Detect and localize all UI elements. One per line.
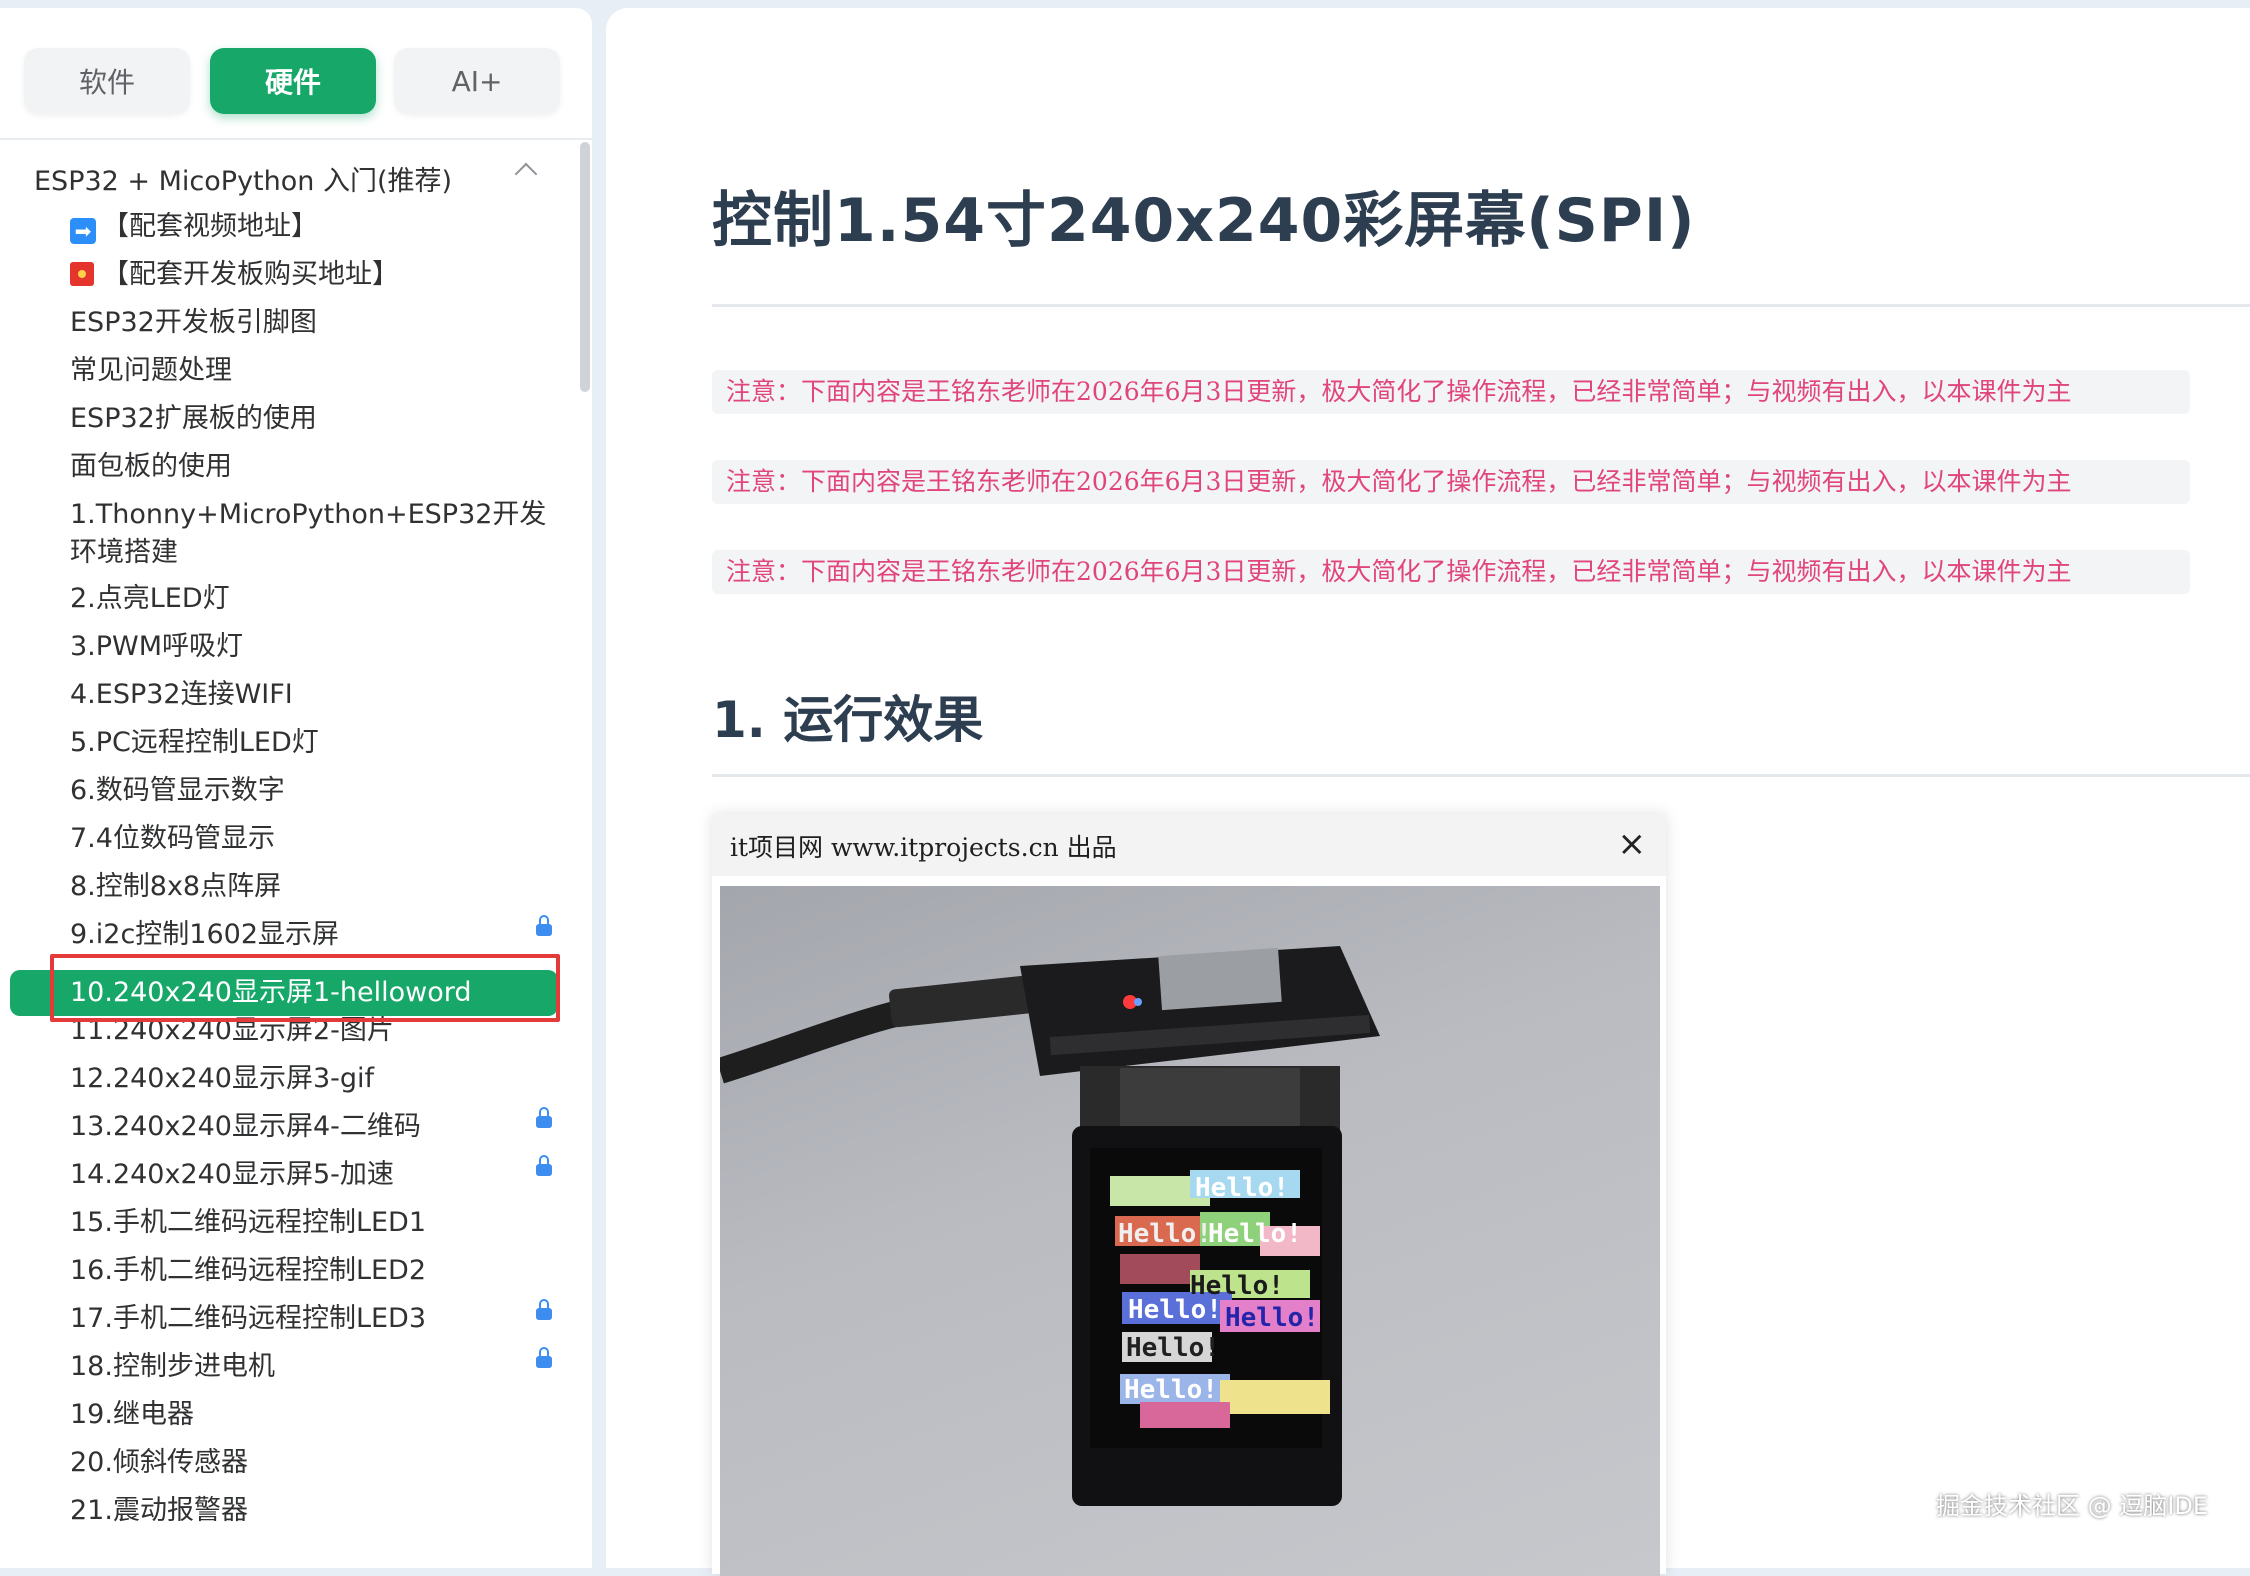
tab-ai[interactable]: AI+ [394,48,560,114]
sidebar-item[interactable]: 16.手机二维码远程控制LED2 [70,1252,550,1290]
notice-banner: 注意：下面内容是王铭东老师在2026年6月3日更新，极大简化了操作流程，已经非常… [712,460,2190,504]
sidebar-item-label: 7.4位数码管显示 [70,823,275,854]
sidebar-item-label: 3.PWM呼吸灯 [70,631,244,662]
lock-icon [536,1299,552,1320]
tab-hardware[interactable]: 硬件 [210,48,376,114]
sidebar-item-label: 20.倾斜传感器 [70,1447,248,1478]
sidebar-item-label: ESP32开发板引脚图 [70,307,317,338]
sidebar-item-label: 16.手机二维码远程控制LED2 [70,1255,427,1286]
sidebar-item-label: 21.震动报警器 [70,1495,248,1526]
window-titlebar: it项目网 www.itprojects.cn 出品 × [712,814,1666,876]
watermark: 掘金技术社区 @ 逗脑IDE [1936,1492,2208,1520]
sidebar-item[interactable]: 9.i2c控制1602显示屏 [70,915,552,954]
sidebar-item-label: 14.240x240显示屏5-加速 [70,1159,394,1190]
sidebar-item-label: ESP32扩展板的使用 [70,403,317,434]
screen-text: Hello! [1195,1173,1289,1203]
divider [712,774,2250,777]
sidebar-item[interactable]: 15.手机二维码远程控制LED1 [70,1204,550,1242]
sidebar-item-label: 2.点亮LED灯 [70,583,230,614]
notice-banner: 注意：下面内容是王铭东老师在2026年6月3日更新，极大简化了操作流程，已经非常… [712,370,2190,414]
section-title: ESP32 + MicoPython 入门(推荐) [34,165,453,197]
screen-text: Hello! [1124,1375,1218,1405]
sidebar-item-label: 10.240x240显示屏1-helloword [70,977,472,1008]
lock-icon [536,915,552,936]
demo-photo: Hello! Hello! Hello! Hello! Hello! Hello… [720,886,1660,1576]
sidebar-item-label: 19.继电器 [70,1399,194,1430]
sidebar-item[interactable]: 4.ESP32连接WIFI [70,676,550,714]
divider [712,304,2250,307]
sidebar-item-label: 8.控制8x8点阵屏 [70,871,282,902]
sidebar-item[interactable]: 3.PWM呼吸灯 [70,628,550,666]
sidebar-item-label: 15.手机二维码远程控制LED1 [70,1207,427,1238]
divider [0,138,592,140]
sidebar: 软件 硬件 AI+ ESP32 + MicoPython 入门(推荐) ➡ 【配套… [0,8,592,1568]
screen-text: Hello! [1208,1219,1302,1249]
sidebar-item-label: 18.控制步进电机 [70,1351,275,1382]
sidebar-item[interactable]: 17.手机二维码远程控制LED3 [70,1299,552,1338]
sidebar-item[interactable]: 18.控制步进电机 [70,1347,552,1386]
category-tabs: 软件 硬件 AI+ [24,40,564,116]
close-icon[interactable]: × [1618,824,1647,864]
screen-text: Hello! [1126,1333,1220,1363]
sidebar-item[interactable]: 面包板的使用 [70,448,550,486]
sidebar-item-label: 4.ESP32连接WIFI [70,679,293,710]
sidebar-item[interactable]: ➡ 【配套视频地址】 [70,208,550,246]
sidebar-item-label: 【配套开发板购买地址】 [102,259,399,290]
sidebar-item[interactable]: 12.240x240显示屏3-gif [70,1060,550,1098]
sidebar-item-label: 1.Thonny+MicroPython+ESP32开发环境搭建 [70,499,547,568]
sidebar-item[interactable]: 8.控制8x8点阵屏 [70,868,550,906]
lock-icon [536,1155,552,1176]
sidebar-item-label: 9.i2c控制1602显示屏 [70,919,339,950]
sidebar-item[interactable]: 常见问题处理 [70,352,550,390]
sidebar-item[interactable]: 19.继电器 [70,1396,550,1434]
shop-icon [70,262,94,286]
notice-banner: 注意：下面内容是王铭东老师在2026年6月3日更新，极大简化了操作流程，已经非常… [712,550,2190,594]
lock-icon [536,1107,552,1128]
sidebar-item-label: 6.数码管显示数字 [70,775,285,806]
sidebar-item[interactable]: 7.4位数码管显示 [70,820,550,858]
content-area: 控制1.54寸240x240彩屏幕(SPI) 注意：下面内容是王铭东老师在202… [606,8,2250,1576]
tab-software[interactable]: 软件 [24,48,190,114]
sidebar-item-label: 13.240x240显示屏4-二维码 [70,1111,421,1142]
sidebar-item-label: 17.手机二维码远程控制LED3 [70,1303,427,1334]
section-header[interactable]: ESP32 + MicoPython 入门(推荐) [34,154,544,202]
sidebar-item-label: 面包板的使用 [70,451,232,482]
sidebar-scrollbar[interactable] [580,142,590,392]
sidebar-item[interactable]: 14.240x240显示屏5-加速 [70,1155,552,1194]
image-viewer-window: it项目网 www.itprojects.cn 出品 × Hello! Hell… [712,814,1666,1576]
sidebar-item-label: 常见问题处理 [70,355,232,386]
sidebar-item[interactable]: 2.点亮LED灯 [70,580,550,618]
screen-text: Hello! [1118,1219,1212,1249]
sidebar-item[interactable]: ESP32扩展板的使用 [70,400,550,438]
sidebar-item[interactable]: 13.240x240显示屏4-二维码 [70,1107,552,1146]
sidebar-item[interactable]: ESP32开发板引脚图 [70,304,550,342]
sidebar-item[interactable]: 20.倾斜传感器 [70,1444,550,1482]
sidebar-item[interactable]: 【配套开发板购买地址】 [70,256,550,294]
lock-icon [536,1347,552,1368]
esp32-board-illustration: Hello! Hello! Hello! Hello! Hello! Hello… [720,946,1380,1506]
sidebar-item-label: 【配套视频地址】 [102,211,318,242]
section-heading: 1. 运行效果 [712,691,984,749]
screen-text: Hello! [1128,1295,1222,1325]
sidebar-item[interactable]: 6.数码管显示数字 [70,772,550,810]
window-title: it项目网 www.itprojects.cn 出品 [730,833,1117,862]
sidebar-item-label: 12.240x240显示屏3-gif [70,1063,375,1094]
arrow-right-icon: ➡ [70,218,96,244]
sidebar-item[interactable]: 5.PC远程控制LED灯 [70,724,550,762]
sidebar-item[interactable]: 1.Thonny+MicroPython+ESP32开发环境搭建 [70,496,560,572]
page-title: 控制1.54寸240x240彩屏幕(SPI) [712,186,1696,256]
sidebar-item[interactable]: 21.震动报警器 [70,1492,550,1530]
screen-text: Hello! [1225,1303,1319,1333]
sidebar-item-label: 5.PC远程控制LED灯 [70,727,319,758]
